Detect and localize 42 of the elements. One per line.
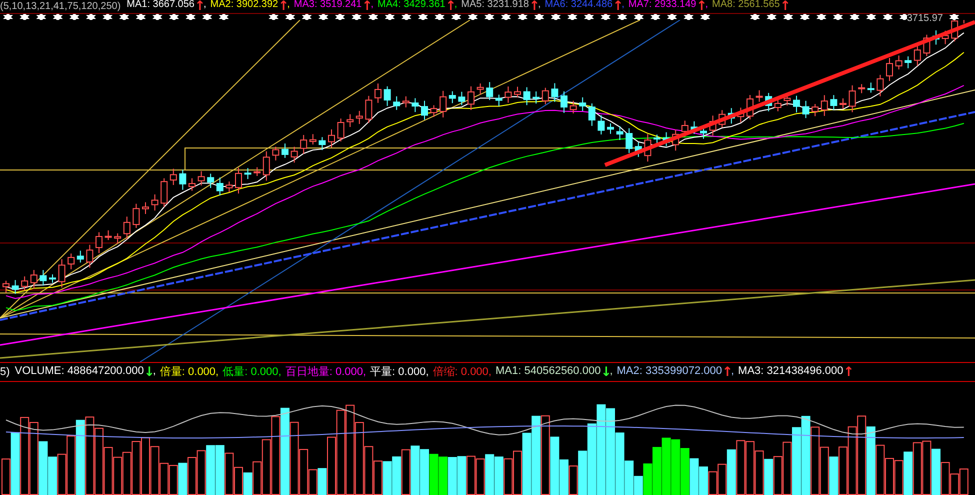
trend-arrow: ↑ (780, 0, 789, 13)
trend-arrow: ↑ (278, 0, 288, 13)
indicator-reading: MA5: 3231.918 (461, 0, 529, 12)
indicator-reading: MA2: 3902.392 (210, 0, 278, 12)
indicator-reading: MA3: 3519.241 (294, 0, 362, 12)
indicator-reading: MA1: 540562560.000 (495, 366, 601, 378)
separator-comma: , (622, 0, 624, 12)
trend-arrow: ↑ (612, 0, 622, 13)
indicator-reading: MA7: 2933.149 (628, 0, 696, 12)
indicator-params: (5,10,13,21,41,75,120,250) (0, 2, 121, 12)
indicator-reading: MA6: 3244.486 (544, 0, 613, 12)
separator-comma: , (538, 0, 541, 12)
indicator-reading: MA1: 3667.056 (126, 0, 194, 12)
trend-arrow: ↑ (843, 366, 852, 378)
trend-arrow: ↑ (445, 0, 454, 13)
indicator-reading: VOLUME: 488647200.000 (14, 366, 144, 378)
price-label: 3715.97 (906, 14, 943, 24)
separator-comma: , (204, 0, 206, 12)
separator-comma: , (454, 0, 458, 12)
separator-comma: , (287, 0, 290, 12)
separator-comma: , (730, 366, 734, 378)
indicator-reading: MA3: 321438496.000 (738, 366, 844, 378)
indicator-reading: 百日地量: 0.000, (285, 366, 366, 378)
indicator-reading: MA2: 335399072.000 (616, 366, 722, 378)
trend-arrow: ↑ (194, 0, 204, 13)
indicator-reading: MA4: 3429.361 (378, 0, 446, 12)
indicator-params: 5) (0, 366, 10, 378)
separator-comma: , (610, 366, 613, 378)
trend-arrow: ↑ (362, 0, 371, 13)
trend-arrow: ↑ (722, 366, 731, 378)
separator-comma: , (705, 0, 708, 12)
indicator-reading: 平量: 0.000, (370, 366, 429, 378)
trend-arrow: ↑ (696, 0, 706, 13)
trend-arrow: ↑ (529, 0, 538, 13)
indicator-reading: 低量: 0.000, (222, 366, 282, 378)
separator-comma: , (370, 0, 374, 12)
separator-comma: , (152, 366, 156, 378)
indicator-reading: 倍量: 0.000, (160, 366, 219, 378)
trend-arrow: ↓ (600, 366, 610, 378)
indicator-reading: 倍缩: 0.000, (432, 366, 492, 378)
trend-arrow: ↓ (144, 366, 153, 378)
indicator-reading: MA8: 2561.565 (712, 0, 780, 12)
